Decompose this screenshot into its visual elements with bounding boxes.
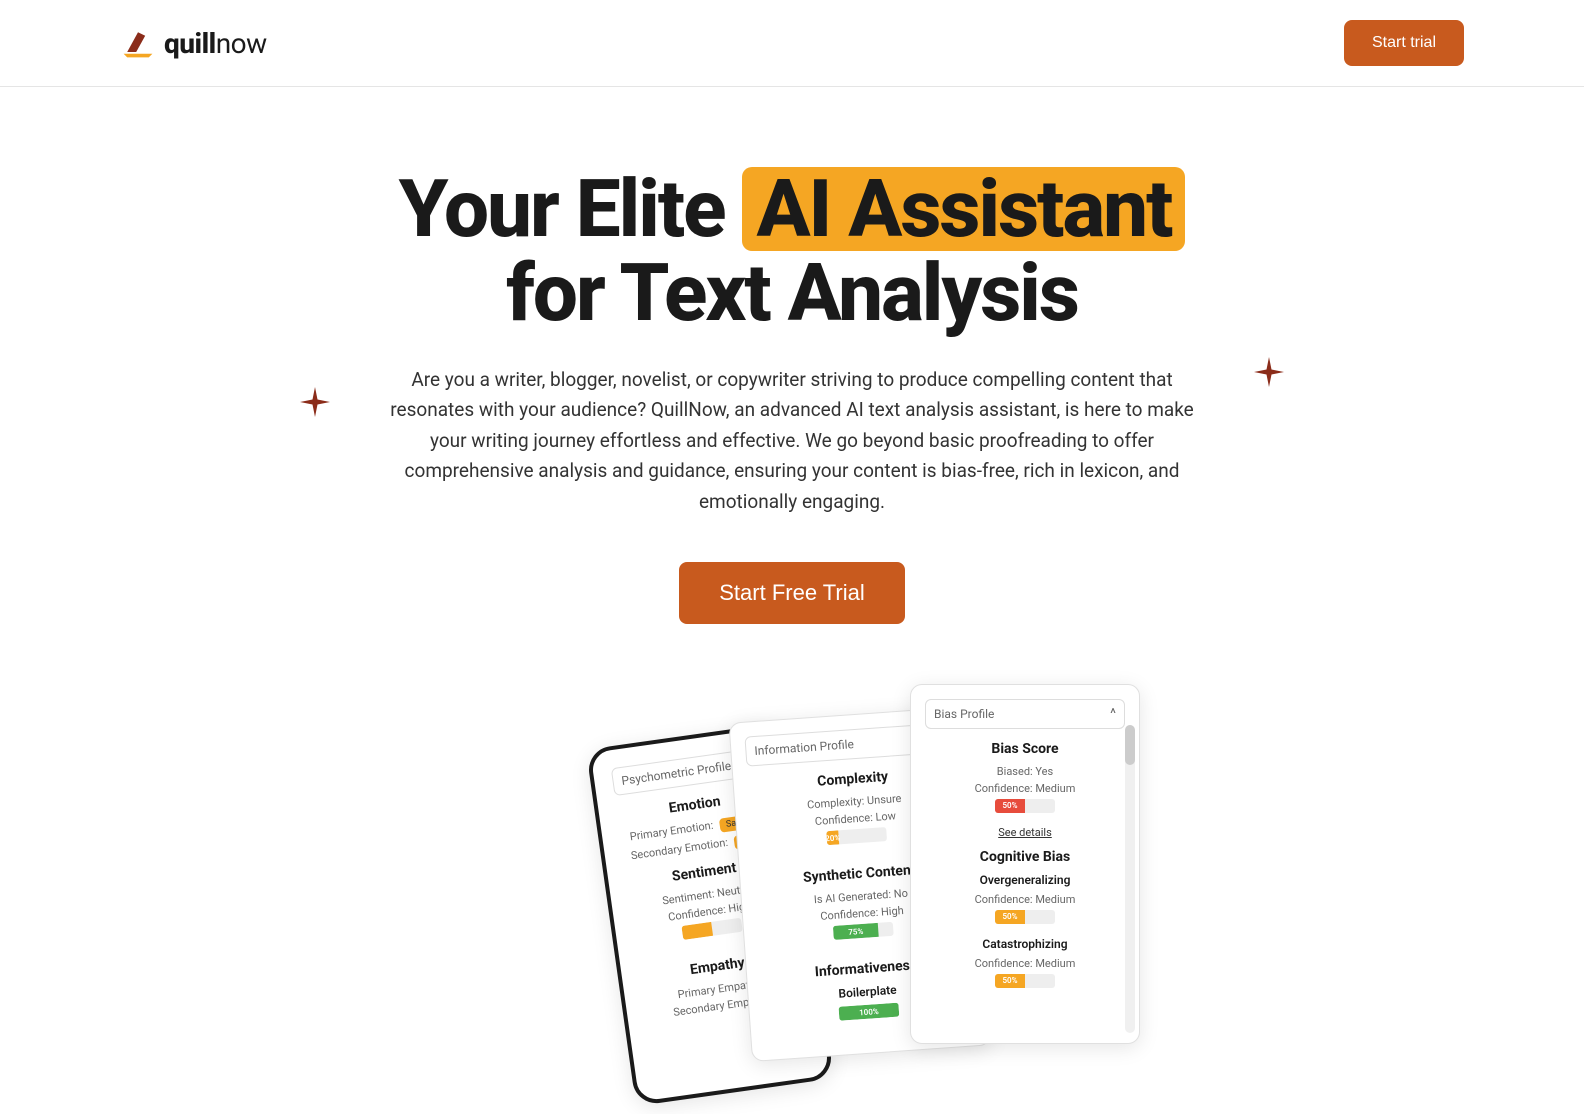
progress-50-red: 50% — [995, 799, 1025, 813]
overgeneralizing: Overgeneralizing — [925, 873, 1125, 887]
progress-50-2: 50% — [995, 974, 1025, 988]
quill-logo-icon — [120, 25, 156, 61]
logo-light: now — [216, 27, 267, 60]
phone-header-text: Psychometric Profile — [621, 759, 732, 788]
scrollbar-thumb — [1125, 725, 1135, 765]
catastrophizing: Catastrophizing — [925, 937, 1125, 951]
confidence-medium-2: Confidence: Medium — [925, 893, 1125, 906]
hero-section: Your Elite AI Assistant for Text Analysi… — [0, 87, 1584, 1114]
see-details-link[interactable]: See details — [925, 826, 1125, 839]
title-highlight: AI Assistant — [742, 167, 1185, 251]
confidence-medium-3: Confidence: Medium — [925, 957, 1125, 970]
site-header: quillnow Start trial — [0, 0, 1584, 87]
progress-50-1: 50% — [995, 910, 1025, 924]
progress-20: 20% — [826, 830, 839, 845]
confidence-medium-1: Confidence: Medium — [925, 782, 1125, 795]
progress-75: 75% — [833, 923, 879, 940]
hero-title: Your Elite AI Assistant for Text Analysi… — [120, 167, 1464, 335]
chevron-up-icon: ^ — [1110, 706, 1116, 722]
title-part-1: Your Elite — [399, 162, 743, 256]
start-free-trial-button[interactable]: Start Free Trial — [679, 562, 904, 624]
bias-header: Bias Profile ^ — [925, 699, 1125, 729]
progress-100: 100% — [839, 1003, 900, 1021]
cognitive-bias-title: Cognitive Bias — [925, 849, 1125, 865]
title-part-2: for Text Analysis — [506, 246, 1078, 340]
start-trial-button[interactable]: Start trial — [1344, 20, 1464, 66]
bias-score-title: Bias Score — [925, 741, 1125, 757]
star-decoration-left-icon — [300, 387, 330, 417]
info-header-text: Information Profile — [754, 737, 854, 758]
logo-text: quillnow — [164, 27, 267, 60]
bias-header-text: Bias Profile — [934, 707, 994, 721]
hero-description: Are you a writer, blogger, novelist, or … — [382, 365, 1202, 517]
biased-yes: Biased: Yes — [925, 765, 1125, 778]
mockup-bias-card: Bias Profile ^ Bias Score Biased: Yes Co… — [910, 684, 1140, 1044]
logo-bold: quill — [164, 27, 216, 60]
scrollbar — [1125, 725, 1135, 1033]
product-mockup: Psychometric Profile Emotion Primary Emo… — [120, 674, 1464, 1074]
logo[interactable]: quillnow — [120, 25, 267, 61]
star-decoration-right-icon — [1254, 357, 1284, 387]
